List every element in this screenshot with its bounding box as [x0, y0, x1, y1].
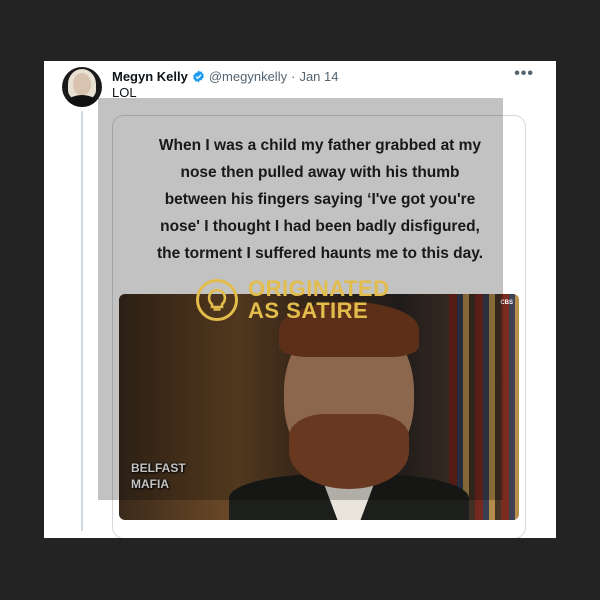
- media-caption: When I was a child my father grabbed at …: [121, 132, 519, 267]
- satire-lightbulb-icon: [196, 279, 238, 321]
- media-photo: CBS BELFAST MAFIA: [119, 294, 519, 520]
- caption-line: nose then pulled away with his thumb: [180, 164, 460, 181]
- caption-line: between his fingers saying ‘I've got you…: [164, 191, 476, 208]
- network-bug: CBS: [500, 300, 513, 306]
- avatar[interactable]: [62, 67, 102, 107]
- satire-badge: ORIGINATED AS SATIRE: [196, 278, 389, 322]
- verified-badge-icon: [192, 70, 204, 82]
- caption-line: nose' I thought I had been badly disfigu…: [160, 218, 480, 235]
- tweet-media[interactable]: When I was a child my father grabbed at …: [112, 115, 526, 538]
- satire-label-line2: AS SATIRE: [248, 298, 369, 323]
- author-handle[interactable]: @megynkelly: [209, 69, 287, 84]
- satire-label-line1: ORIGINATED: [248, 276, 390, 301]
- separator-dot: ·: [291, 68, 296, 84]
- satire-label: ORIGINATED AS SATIRE: [248, 278, 389, 322]
- thread-line: [81, 111, 83, 531]
- author-name[interactable]: Megyn Kelly: [112, 69, 188, 84]
- photo-label-line: BELFAST: [131, 461, 186, 475]
- beard: [289, 414, 409, 489]
- caption-line: the torment I suffered haunts me to this…: [156, 245, 484, 262]
- bookshelf: [449, 294, 519, 520]
- caption-line: When I was a child my father grabbed at …: [158, 137, 482, 154]
- more-options-icon[interactable]: •••: [514, 65, 534, 83]
- tweet-date[interactable]: Jan 14: [299, 69, 338, 84]
- tweet-text: LOL: [112, 85, 137, 100]
- photo-label: BELFAST MAFIA: [131, 460, 186, 492]
- photo-label-line: MAFIA: [131, 477, 169, 491]
- tweet-header: Megyn Kelly @megynkelly · Jan 14: [112, 67, 338, 85]
